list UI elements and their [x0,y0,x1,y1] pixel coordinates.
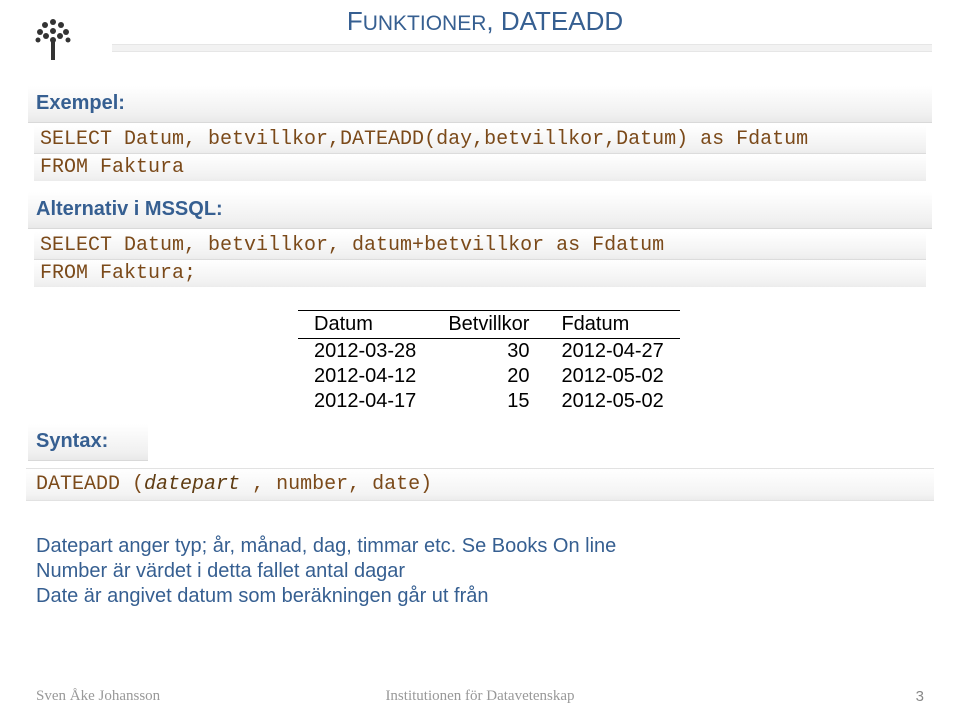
alt-code: SELECT Datum, betvillkor, datum+betvillk… [26,226,934,293]
col-header: Fdatum [545,311,679,339]
cell: 30 [432,339,545,365]
code-line: FROM Faktura; [34,260,926,287]
title-separator [112,44,932,52]
cell: 15 [432,389,545,414]
code-line: SELECT Datum, betvillkor, datum+betvillk… [34,232,926,260]
slide-page: FUNKTIONER, DATEADD Exempel: SELECT Datu… [0,0,960,717]
desc-line1a: Datepart anger typ; år, månad, dag, timm… [36,535,462,557]
syntax-label: Syntax: [36,430,108,453]
title-word1-cap: F [347,6,363,36]
desc-line: Date är angivet datum som beräkningen gå… [36,584,920,609]
syntax-arg: datepart [144,473,252,496]
table-row: 2012-04-17 15 2012-05-02 [298,389,680,414]
example-code: SELECT Datum, betvillkor,DATEADD(day,bet… [26,120,934,187]
title-sep: , [486,6,500,36]
cell: 2012-05-02 [545,389,679,414]
cell: 2012-04-12 [298,364,432,389]
col-header: Betvillkor [432,311,545,339]
page-number: 3 [916,688,924,705]
code-line: FROM Faktura [34,154,926,181]
table-row: 2012-04-12 20 2012-05-02 [298,364,680,389]
description-block: Datepart anger typ; år, månad, dag, timm… [36,534,920,609]
alt-label: Alternativ i MSSQL: [36,198,223,221]
syntax-func: DATEADD ( [36,473,144,496]
desc-line1b: Se Books On line [462,535,617,557]
cell: 2012-04-27 [545,339,679,365]
slide-title: FUNKTIONER, DATEADD [320,6,650,37]
title-word1-rest: UNKTIONER [363,12,487,35]
title-word2: DATEADD [501,6,623,36]
cell: 2012-03-28 [298,339,432,365]
desc-line: Number är värdet i detta fallet antal da… [36,559,920,584]
cell: 2012-04-17 [298,389,432,414]
col-header: Datum [298,311,432,339]
example-label-strip [28,86,932,123]
cell: 2012-05-02 [545,364,679,389]
syntax-rest: , number, date) [252,473,432,496]
example-label: Exempel: [36,92,125,115]
cell: 20 [432,364,545,389]
syntax-code: DATEADD (datepart , number, date) [26,468,934,501]
result-table: Datum Betvillkor Fdatum 2012-03-28 30 20… [298,310,680,414]
code-line: DATEADD (datepart , number, date) [26,468,934,501]
logo-icon [28,12,78,62]
table-header-row: Datum Betvillkor Fdatum [298,311,680,339]
footer: Sven Åke Johansson Institutionen för Dat… [36,688,924,705]
table-row: 2012-03-28 30 2012-04-27 [298,339,680,365]
code-line: SELECT Datum, betvillkor,DATEADD(day,bet… [34,126,926,154]
footer-institution: Institutionen för Datavetenskap [36,688,924,705]
desc-line: Datepart anger typ; år, månad, dag, timm… [36,534,920,559]
